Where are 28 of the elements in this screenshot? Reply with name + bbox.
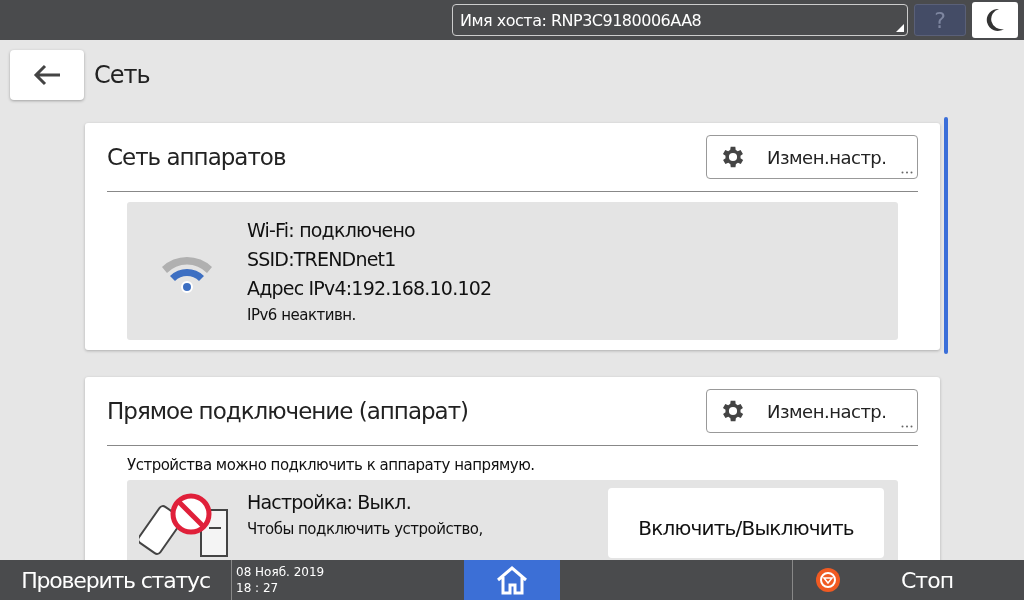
more-dots-icon xyxy=(901,171,913,174)
status-text: SSID:TRENDnet1 xyxy=(247,246,397,272)
home-button[interactable] xyxy=(464,560,560,600)
card-title: Прямое подключение (аппарат) xyxy=(107,398,469,424)
status-text: Адрес IPv4:192.168.10.102 xyxy=(247,275,493,301)
time-text: 18 : 27 xyxy=(236,580,280,596)
date-text: 08 Нояб. 2019 xyxy=(236,564,326,580)
home-icon xyxy=(495,565,529,595)
moon-icon xyxy=(985,8,1005,32)
toggle-button[interactable]: Включить/Выключить xyxy=(608,488,884,558)
corner-icon xyxy=(896,24,904,32)
check-status-button[interactable]: Проверить статус xyxy=(0,560,232,600)
note-text: Чтобы подключить устройство, xyxy=(247,519,484,540)
edit-settings-button[interactable]: Измен.настр. xyxy=(706,135,918,179)
stop-icon xyxy=(815,567,841,593)
edit-settings-button[interactable]: Измен.настр. xyxy=(706,389,918,433)
more-dots-icon xyxy=(901,425,913,428)
description-text: Устройства можно подключить к аппарату напрямую. xyxy=(127,456,536,474)
stop-button[interactable]: Стоп xyxy=(792,560,1024,600)
sleep-button[interactable] xyxy=(972,2,1018,38)
page-title: Сеть xyxy=(94,61,150,89)
note-text: IPv6 неактивн. xyxy=(247,304,357,326)
host-name-field[interactable]: Имя хоста: RNP3C9180006AA8 xyxy=(452,4,908,36)
card-title: Сеть аппаратов xyxy=(107,144,286,170)
back-button[interactable] xyxy=(10,50,84,100)
status-text: Настройка: Выкл. xyxy=(247,490,412,515)
status-text: Wi-Fi: подключено xyxy=(247,217,416,243)
back-arrow-icon xyxy=(32,64,62,86)
